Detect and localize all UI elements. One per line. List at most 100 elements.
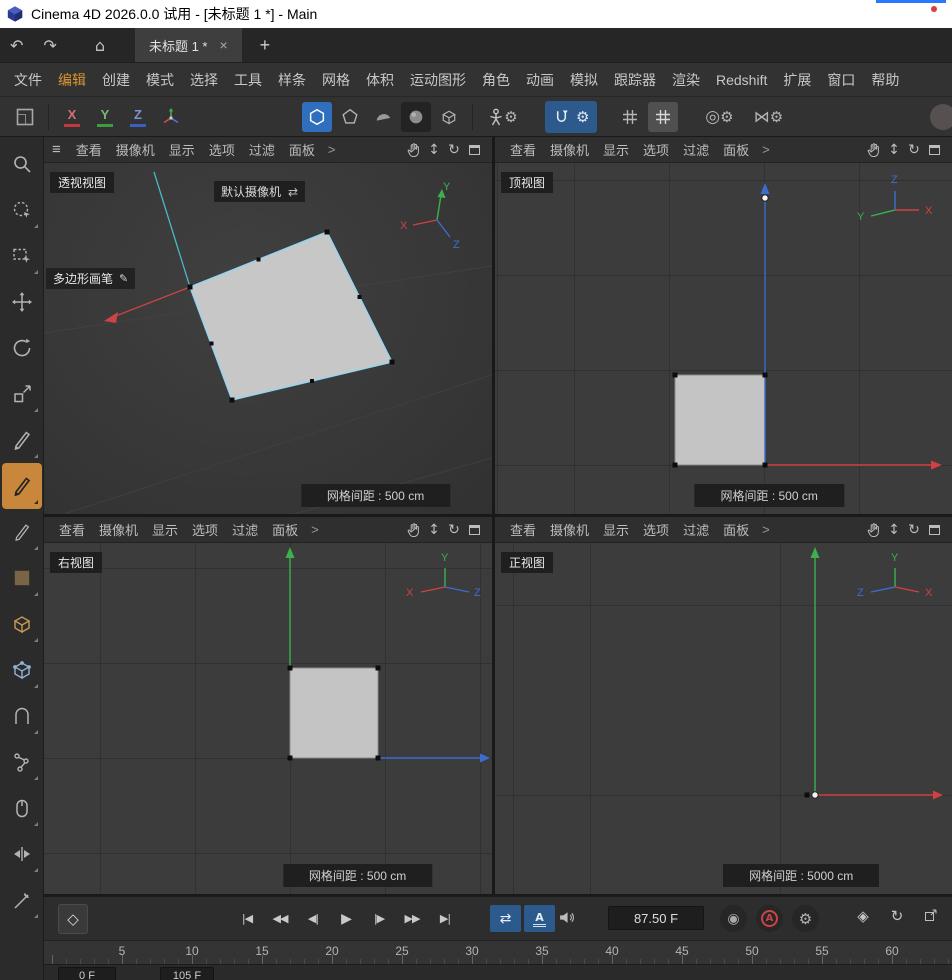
menu-spline[interactable]: 样条 bbox=[270, 70, 314, 90]
tool-joint[interactable] bbox=[2, 739, 42, 785]
vp-menu-panel[interactable]: 面板 bbox=[282, 140, 322, 159]
vp-menu-options[interactable]: 选项 bbox=[202, 140, 242, 159]
undo-icon[interactable]: ↶ bbox=[0, 36, 33, 55]
orbit-icon[interactable]: ↻ bbox=[904, 522, 924, 538]
tool-mouse[interactable] bbox=[2, 785, 42, 831]
tab-close-icon[interactable]: × bbox=[219, 37, 227, 53]
menu-tools[interactable]: 工具 bbox=[226, 70, 270, 90]
vp-menu-options[interactable]: 选项 bbox=[636, 520, 676, 539]
vp-menu-overflow-icon[interactable]: > bbox=[305, 522, 325, 537]
dolly-icon[interactable]: ↕ bbox=[424, 522, 444, 538]
autokey-button[interactable]: A bbox=[756, 905, 783, 932]
orbit-icon[interactable]: ↻ bbox=[444, 142, 464, 158]
vp-menu-filter[interactable]: 过滤 bbox=[676, 140, 716, 159]
tool-bend-deformer[interactable] bbox=[2, 693, 42, 739]
pan-icon[interactable] bbox=[404, 522, 424, 537]
right-canvas[interactable]: Y X Z 右视图 网格间距 : 500 cm bbox=[44, 543, 492, 894]
go-to-start-button[interactable]: |◀ bbox=[232, 905, 262, 932]
record-keyframe-button[interactable]: ◇ bbox=[58, 904, 88, 934]
menu-animate[interactable]: 动画 bbox=[518, 70, 562, 90]
tool-cube-wire[interactable] bbox=[2, 601, 42, 647]
menu-window[interactable]: 窗口 bbox=[819, 70, 863, 90]
vp-menu-camera[interactable]: 摄像机 bbox=[92, 520, 145, 539]
vp-menu-overflow-icon[interactable]: > bbox=[756, 142, 776, 157]
keyframe-nav-icon[interactable]: ◈ bbox=[850, 907, 876, 925]
perspective-canvas[interactable]: Y X Z 透视视图 默认摄像机 ⇄ 多边形画笔 ✎ 网格间距 : 500 cm bbox=[44, 163, 492, 514]
vp-menu-display[interactable]: 显示 bbox=[596, 140, 636, 159]
vp-menu-panel[interactable]: 面板 bbox=[265, 520, 305, 539]
edge-mode-button[interactable] bbox=[368, 102, 398, 132]
tool-knife[interactable] bbox=[2, 877, 42, 923]
maximize-viewport-icon[interactable] bbox=[924, 145, 944, 155]
vp-menu-filter[interactable]: 过滤 bbox=[225, 520, 265, 539]
timeline-ruler[interactable]: 5 10 15 20 25 30 35 40 45 50 55 60 bbox=[44, 940, 952, 964]
play-button[interactable]: ▶ bbox=[331, 905, 361, 932]
motion-system-icon[interactable]: ↻ bbox=[884, 907, 910, 925]
redo-icon[interactable]: ↷ bbox=[33, 36, 66, 55]
vp-menu-display[interactable]: 显示 bbox=[596, 520, 636, 539]
clipped-toolbar-icon[interactable] bbox=[930, 104, 952, 130]
vp-menu-view[interactable]: 查看 bbox=[503, 140, 543, 159]
range-end-field[interactable]: 105 F bbox=[160, 967, 214, 980]
orbit-icon[interactable]: ↻ bbox=[904, 142, 924, 158]
menu-select[interactable]: 选择 bbox=[182, 70, 226, 90]
menu-edit[interactable]: 编辑 bbox=[50, 70, 94, 90]
vp-menu-panel[interactable]: 面板 bbox=[716, 140, 756, 159]
tool-rotate[interactable] bbox=[2, 325, 42, 371]
prev-frame-button[interactable]: ◀| bbox=[298, 905, 328, 932]
dolly-icon[interactable]: ↕ bbox=[884, 522, 904, 538]
tool-zoom[interactable] bbox=[2, 141, 42, 187]
vp-menu-display[interactable]: 显示 bbox=[162, 140, 202, 159]
menu-tracker[interactable]: 跟踪器 bbox=[606, 70, 664, 90]
prev-key-button[interactable]: ◀◀ bbox=[265, 905, 295, 932]
current-frame-field[interactable]: 87.50 F bbox=[608, 906, 704, 930]
character-tools-button[interactable]: ⚙ bbox=[481, 102, 525, 132]
vp-menu-overflow-icon[interactable]: > bbox=[756, 522, 776, 537]
menu-redshift[interactable]: Redshift bbox=[708, 72, 775, 88]
maximize-viewport-icon[interactable] bbox=[464, 145, 484, 155]
menu-help[interactable]: 帮助 bbox=[863, 70, 907, 90]
document-tab[interactable]: 未标题 1 * × bbox=[135, 28, 242, 62]
menu-mesh[interactable]: 网格 bbox=[314, 70, 358, 90]
frame-selected-icon[interactable] bbox=[10, 102, 40, 132]
vp-menu-filter[interactable]: 过滤 bbox=[242, 140, 282, 159]
maximize-viewport-icon[interactable] bbox=[924, 525, 944, 535]
tool-plane[interactable] bbox=[2, 555, 42, 601]
vp-menu-camera[interactable]: 摄像机 bbox=[543, 520, 596, 539]
tool-sketch-pen[interactable] bbox=[2, 509, 42, 555]
viewport-menu-icon[interactable]: ≡ bbox=[52, 141, 69, 158]
menu-simulate[interactable]: 模拟 bbox=[562, 70, 606, 90]
maximize-viewport-icon[interactable] bbox=[464, 525, 484, 535]
clipped-timeline-icon[interactable] bbox=[946, 907, 952, 923]
menu-create[interactable]: 创建 bbox=[94, 70, 138, 90]
range-start-field[interactable]: 0 F bbox=[58, 967, 116, 980]
menu-mograph[interactable]: 运动图形 bbox=[402, 70, 474, 90]
vp-menu-camera[interactable]: 摄像机 bbox=[543, 140, 596, 159]
speaker-icon[interactable] bbox=[558, 909, 575, 931]
loop-playback-button[interactable]: ⇄ bbox=[490, 905, 521, 932]
tool-snap-arrows[interactable] bbox=[2, 831, 42, 877]
quantize-grid-button[interactable] bbox=[648, 102, 678, 132]
vp-menu-view[interactable]: 查看 bbox=[503, 520, 543, 539]
vp-menu-panel[interactable]: 面板 bbox=[716, 520, 756, 539]
object-mode-button[interactable] bbox=[335, 102, 365, 132]
pan-icon[interactable] bbox=[864, 142, 884, 157]
menu-render[interactable]: 渲染 bbox=[664, 70, 708, 90]
sphere-mode-button[interactable] bbox=[401, 102, 431, 132]
dolly-icon[interactable]: ↕ bbox=[884, 142, 904, 158]
vp-menu-overflow-icon[interactable]: > bbox=[322, 142, 342, 157]
snap-grid-button[interactable] bbox=[615, 102, 645, 132]
menu-character[interactable]: 角色 bbox=[474, 70, 518, 90]
menu-file[interactable]: 文件 bbox=[6, 70, 50, 90]
vp-menu-filter[interactable]: 过滤 bbox=[676, 520, 716, 539]
play-sound-button[interactable]: A bbox=[524, 905, 555, 932]
menu-mode[interactable]: 模式 bbox=[138, 70, 182, 90]
tool-live-selection[interactable] bbox=[2, 187, 42, 233]
record-position-button[interactable]: ◉ bbox=[720, 905, 747, 932]
render-view-icon[interactable] bbox=[918, 907, 944, 923]
front-canvas[interactable]: Y Z X 正视图 网格间距 : 5000 cm bbox=[495, 543, 952, 894]
symmetry-tool-button[interactable]: ⋈ ⚙ bbox=[745, 102, 791, 132]
top-canvas[interactable]: Z Y X 顶视图 网格间距 : 500 cm bbox=[495, 163, 952, 514]
dolly-icon[interactable]: ↕ bbox=[424, 142, 444, 158]
tool-rect-selection[interactable] bbox=[2, 233, 42, 279]
